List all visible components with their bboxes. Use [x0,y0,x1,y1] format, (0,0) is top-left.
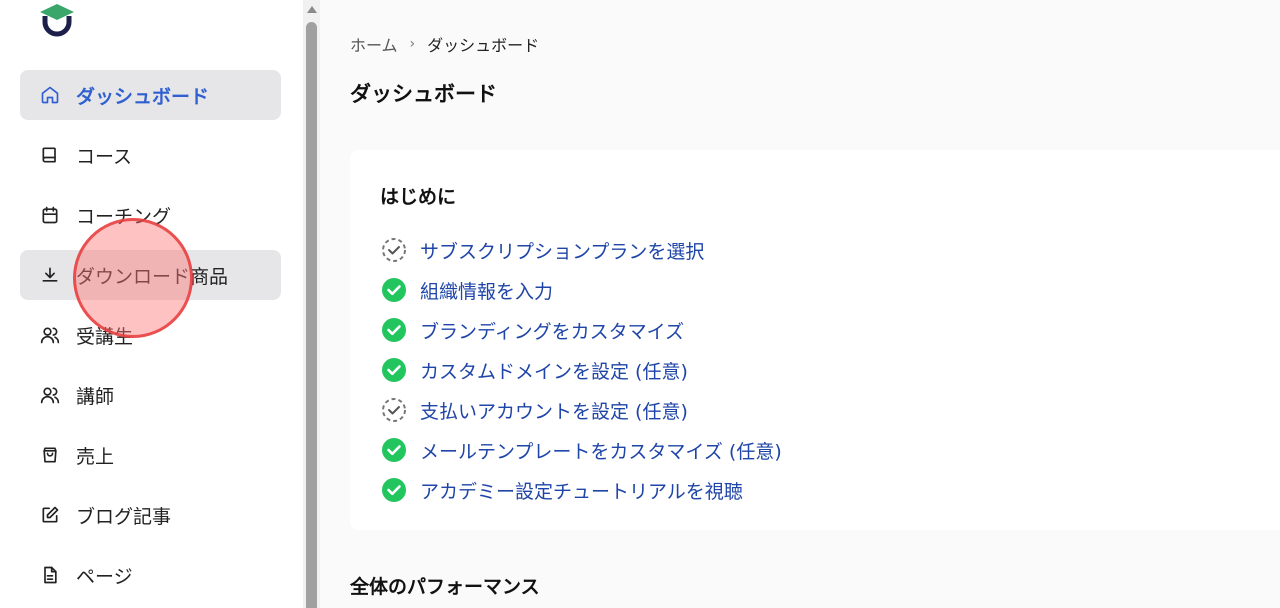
sidebar-item-label: コース [76,145,133,168]
checklist-item[interactable]: ブランディングをカスタマイズ [380,310,782,350]
check-circle-icon [380,356,408,384]
check-circle-icon [380,276,408,304]
sidebar-item-label: 売上 [76,445,115,468]
getting-started-title: はじめに [380,186,457,208]
calendar-icon [40,205,60,225]
sidebar-item-label: ダッシュボード [76,85,210,108]
sidebar-item-pages[interactable]: ページ [20,550,281,600]
download-icon [40,265,60,285]
shopping-bag-icon [40,445,60,465]
checklist-item[interactable]: 支払いアカウントを設定 (任意) [380,390,782,430]
breadcrumb: ホーム › ダッシュボード [350,32,539,56]
book-icon [40,145,60,165]
sidebar-item-label: ダウンロード商品 [76,265,229,288]
main-content: ホーム › ダッシュボード ダッシュボード はじめに サブスクリプションプランを… [320,0,1280,608]
sidebar-item-dashboard[interactable]: ダッシュボード [20,70,281,120]
checklist-item[interactable]: 組織情報を入力 [380,270,782,310]
checklist-item-label[interactable]: アカデミー設定チュートリアルを視聴 [420,477,743,504]
checklist-item[interactable]: サブスクリプションプランを選択 [380,230,782,270]
app: ダッシュボード コース コーチング ダウンロード商品 受講生 講師 売上 ブログ… [0,0,1280,608]
sidebar-item-instructors[interactable]: 講師 [20,370,281,420]
sidebar-item-downloads[interactable]: ダウンロード商品 [20,250,281,300]
sidebar-item-blog[interactable]: ブログ記事 [20,490,281,540]
sidebar-item-courses[interactable]: コース [20,130,281,180]
checklist-item-label[interactable]: サブスクリプションプランを選択 [420,237,704,264]
sidebar-scrollbar[interactable] [303,0,320,608]
scroll-up-arrow-icon[interactable] [307,6,317,13]
pending-check-icon [380,396,408,424]
pending-check-icon [380,236,408,264]
sidebar-item-coaching[interactable]: コーチング [20,190,281,240]
file-text-icon [40,565,60,585]
getting-started-card: はじめに サブスクリプションプランを選択 組織情報を入力 ブランディングをカスタ… [350,150,1280,530]
page-title: ダッシュボード [350,82,497,106]
edit-icon [40,505,60,525]
sidebar-item-sales[interactable]: 売上 [20,430,281,480]
checklist-item-label[interactable]: 組織情報を入力 [420,277,553,304]
sidebar-item-students[interactable]: 受講生 [20,310,281,360]
sidebar: ダッシュボード コース コーチング ダウンロード商品 受講生 講師 売上 ブログ… [0,0,303,608]
performance-section-title: 全体のパフォーマンス [350,576,540,598]
getting-started-checklist: サブスクリプションプランを選択 組織情報を入力 ブランディングをカスタマイズ カ… [380,230,782,510]
sidebar-item-label: ブログ記事 [76,505,172,528]
sidebar-item-label: ページ [76,565,133,588]
scroll-thumb[interactable] [306,22,317,608]
home-icon [40,85,60,105]
checklist-item-label[interactable]: メールテンプレートをカスタマイズ (任意) [420,437,782,464]
checklist-item[interactable]: カスタムドメインを設定 (任意) [380,350,782,390]
checklist-item-label[interactable]: 支払いアカウントを設定 (任意) [420,397,688,424]
sidebar-item-label: コーチング [76,205,172,228]
checklist-item-label[interactable]: ブランディングをカスタマイズ [420,317,684,344]
breadcrumb-current: ダッシュボード [427,36,540,55]
checklist-item-label[interactable]: カスタムドメインを設定 (任意) [420,357,688,384]
logo-icon [40,4,74,37]
users-icon [40,325,60,345]
users-icon [40,385,60,405]
chevron-right-icon: › [409,36,416,52]
sidebar-item-label: 講師 [76,385,115,408]
check-circle-icon [380,476,408,504]
breadcrumb-home-link[interactable]: ホーム [350,32,398,56]
sidebar-item-label: 受講生 [76,325,134,348]
sidebar-nav: ダッシュボード コース コーチング ダウンロード商品 受講生 講師 売上 ブログ… [20,70,281,608]
checklist-item[interactable]: アカデミー設定チュートリアルを視聴 [380,470,782,510]
check-circle-icon [380,436,408,464]
check-circle-icon [380,316,408,344]
checklist-item[interactable]: メールテンプレートをカスタマイズ (任意) [380,430,782,470]
logo[interactable] [40,4,74,38]
